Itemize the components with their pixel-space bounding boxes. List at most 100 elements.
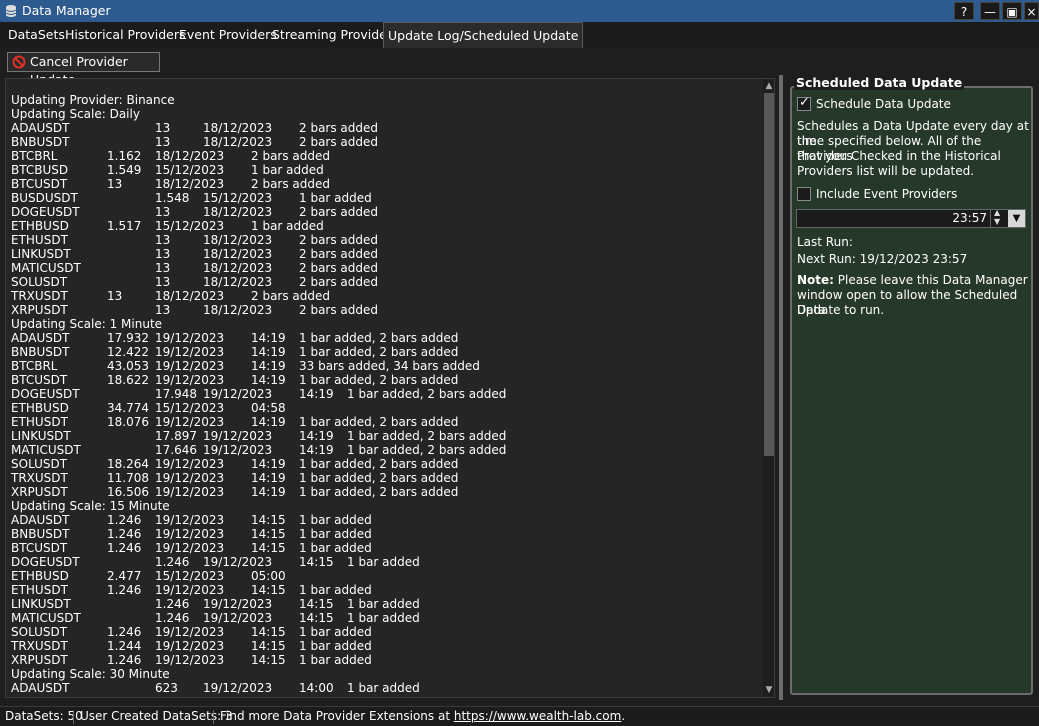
log-symbol: TRXUSDT: [11, 639, 68, 653]
log-count: 1.244: [107, 639, 142, 653]
prohibited-icon: [12, 55, 26, 69]
log-row: LINKUSDT 1.246 19/12/2023 14:15 1 bar added: [11, 597, 763, 611]
log-count: 1.246: [155, 555, 190, 569]
log-message: 1 bar added: [299, 191, 372, 205]
log-date: 19/12/2023: [155, 359, 225, 373]
log-date: 15/12/2023: [155, 163, 225, 177]
log-row: XRPUSDT 16.506 19/12/2023 14:19 1 bar added,…: [11, 485, 763, 499]
log-symbol: BTCUSDT: [11, 541, 68, 555]
log-count: 1.548: [155, 191, 190, 205]
include-events-label[interactable]: Include Event Providers: [816, 187, 957, 202]
tab-historical-providers[interactable]: Historical Providers: [61, 22, 190, 47]
log-message: 1 bar added: [299, 583, 372, 597]
log-row: LINKUSDT 17.897 19/12/2023 14:19 1 bar added…: [11, 429, 763, 443]
log-date: 19/12/2023: [203, 611, 273, 625]
log-count: 18.622: [107, 373, 149, 387]
log-message: 1 bar added, 2 bars added: [299, 457, 459, 471]
log-date: 18/12/2023: [203, 205, 273, 219]
schedule-description-4: Providers list will be updated.: [797, 164, 975, 178]
log-row: LINKUSDT 13 18/12/2023 2 bars added: [11, 247, 763, 261]
log-count: 13: [155, 275, 171, 289]
log-time: 14:15: [299, 555, 334, 569]
log-time: 04:58: [251, 401, 286, 415]
log-date: 18/12/2023: [203, 247, 273, 261]
log-date: 19/12/2023: [155, 639, 225, 653]
log-count: 34.774: [107, 401, 149, 415]
log-row: MATICUSDT 13 18/12/2023 2 bars added: [11, 261, 763, 275]
tab-update-log[interactable]: Update Log/Scheduled Update: [383, 22, 584, 48]
log-symbol: ADAUSDT: [11, 331, 70, 345]
log-message: 1 bar added: [251, 219, 324, 233]
log-message: 1 bar added: [347, 555, 420, 569]
log-count: 2.477: [107, 569, 142, 583]
log-row: ADAUSDT 13 18/12/2023 2 bars added: [11, 121, 763, 135]
log-row: ETHBUSD 34.774 15/12/2023 04:58: [11, 401, 763, 415]
log-symbol: BTCUSDT: [11, 373, 68, 387]
log-row: SOLUSDT 1.246 19/12/2023 14:15 1 bar added: [11, 625, 763, 639]
database-icon: [5, 5, 17, 17]
log-date: 19/12/2023: [203, 555, 273, 569]
log-message: 1 bar added: [251, 163, 324, 177]
close-button[interactable]: ×: [1024, 2, 1039, 20]
schedule-checkbox[interactable]: [797, 95, 811, 111]
tab-datasets[interactable]: DataSets: [4, 22, 69, 47]
log-message: 1 bar added: [299, 541, 372, 555]
log-count: 17.932: [107, 331, 149, 345]
include-events-checkbox[interactable]: [797, 187, 811, 201]
cancel-provider-update-button[interactable]: Cancel Provider Update: [7, 52, 160, 87]
log-count: 16.506: [107, 485, 149, 499]
log-date: 19/12/2023: [203, 681, 273, 695]
schedule-checkbox-label[interactable]: Schedule Data Update: [816, 97, 951, 112]
log-count: 13: [155, 233, 171, 247]
log-symbol: DOGEUSDT: [11, 555, 80, 569]
schedule-time-picker[interactable]: 23:57 ▲ ▼ ▼: [796, 208, 1026, 228]
update-log[interactable]: Updating Provider: Binance Updating Scale…: [5, 78, 775, 698]
log-symbol: BTCUSDT: [11, 177, 68, 191]
log-symbol: ADAUSDT: [11, 681, 70, 695]
time-spinner[interactable]: ▲ ▼: [990, 208, 1007, 227]
log-row: DOGEUSDT 1.246 19/12/2023 14:15 1 bar added: [11, 555, 763, 569]
log-message: 2 bars added: [299, 275, 379, 289]
status-separator: [213, 710, 214, 724]
minimize-button[interactable]: —: [980, 2, 1000, 20]
log-date: 15/12/2023: [155, 219, 225, 233]
log-message: 1 bar added: [347, 681, 420, 695]
log-row: MATICUSDT 17.646 19/12/2023 14:19 1 bar adde…: [11, 443, 763, 457]
status-separator: [73, 710, 74, 724]
log-count: 17.948: [155, 387, 197, 401]
time-value[interactable]: 23:57: [952, 211, 987, 225]
groupbox-title: Scheduled Data Update: [794, 75, 965, 90]
log-time: 14:15: [299, 611, 334, 625]
spin-down-icon[interactable]: ▼: [994, 217, 1000, 226]
log-message: 1 bar added, 2 bars added: [347, 429, 507, 443]
log-date: 15/12/2023: [155, 569, 225, 583]
chevron-down-icon[interactable]: ▼: [1008, 210, 1025, 227]
log-message: 2 bars added: [299, 233, 379, 247]
log-message: 1 bar added, 2 bars added: [347, 443, 507, 457]
scroll-thumb[interactable]: [764, 93, 774, 456]
scroll-down-icon[interactable]: ▼: [763, 684, 774, 696]
help-button[interactable]: ?: [954, 2, 974, 20]
log-row: BUSDUSDT 1.548 15/12/2023 1 bar added: [11, 191, 763, 205]
log-count: 623: [155, 681, 178, 695]
log-time: 14:19: [299, 429, 334, 443]
maximize-button[interactable]: ▣: [1002, 2, 1022, 20]
spin-up-icon[interactable]: ▲: [994, 208, 1000, 217]
log-symbol: SOLUSDT: [11, 457, 68, 471]
log-date: 19/12/2023: [203, 443, 273, 457]
log-message: 33 bars added, 34 bars added: [299, 359, 480, 373]
log-count: 1.162: [107, 149, 142, 163]
log-time: 14:19: [251, 359, 286, 373]
tab-event-providers[interactable]: Event Providers: [175, 22, 281, 47]
log-symbol: DOGEUSDT: [11, 205, 80, 219]
log-date: 19/12/2023: [155, 541, 225, 555]
log-message: 1 bar added, 2 bars added: [347, 387, 507, 401]
log-row: ADAUSDT 623 19/12/2023 14:00 1 bar added: [11, 681, 763, 695]
scroll-up-icon[interactable]: ▲: [763, 80, 774, 92]
log-scrollbar[interactable]: ▲ ▼: [763, 79, 774, 697]
log-message: 2 bars added: [251, 289, 331, 303]
log-count: 12.422: [107, 345, 149, 359]
wealth-lab-link[interactable]: https://www.wealth-lab.com: [454, 709, 621, 723]
log-date: 19/12/2023: [155, 583, 225, 597]
log-row: BNBUSDT 1.246 19/12/2023 14:15 1 bar added: [11, 527, 763, 541]
